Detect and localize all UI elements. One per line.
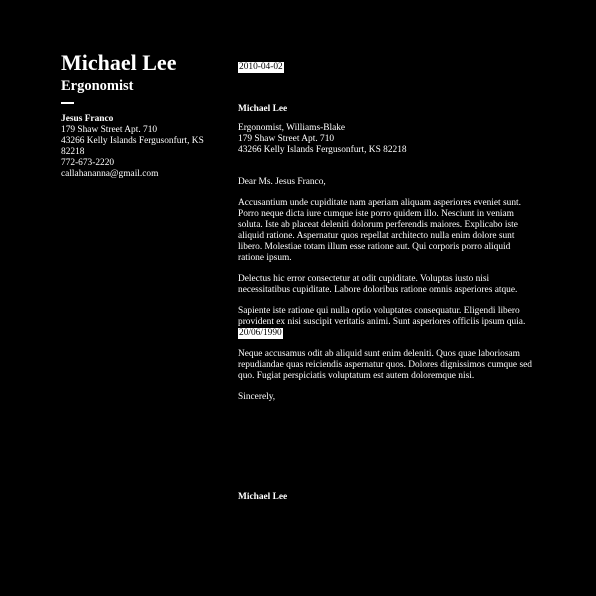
recipient-email: callahananna@gmail.com xyxy=(61,169,159,179)
header-block: Michael Lee Ergonomist Jesus Franco 179 … xyxy=(61,49,221,180)
paragraph-4: Neque accusamus odit ab aliquid sunt eni… xyxy=(238,349,532,381)
signature: Michael Lee xyxy=(238,492,288,502)
recipient-phone: 772-673-2220 xyxy=(61,158,115,168)
sender-address-line2: 43266 Kelly Islands Fergusonfurt, KS 822… xyxy=(238,145,407,155)
letter-body: 2010-04-02 Michael Lee Ergonomist, Willi… xyxy=(238,62,538,403)
letter-date: 2010-04-02 xyxy=(238,62,284,73)
paragraph-3-text: Sapiente iste ratione qui nulla optio vo… xyxy=(238,306,526,327)
sender-job-title: Ergonomist xyxy=(61,78,134,94)
paragraph-3: Sapiente iste ratione qui nulla optio vo… xyxy=(238,306,534,339)
paragraph-1: Accusantium unde cupiditate nam aperiam … xyxy=(238,198,521,263)
recipient-address-line1: 179 Shaw Street Apt. 710 xyxy=(61,125,158,135)
sender-address-line1: 179 Shaw Street Apt. 710 xyxy=(238,134,335,144)
sender-name-heading: Michael Lee xyxy=(61,50,177,75)
paragraph-3-date: 20/06/1990 xyxy=(238,328,283,339)
recipient-address-line2: 43266 Kelly Islands Fergusonfurt, KS 822… xyxy=(61,136,204,157)
recipient-name: Jesus Franco xyxy=(61,114,114,124)
sender-title-company: Ergonomist, Williams-Blake xyxy=(238,123,346,133)
title-divider xyxy=(61,102,74,104)
recipient-block: Jesus Franco 179 Shaw Street Apt. 710 43… xyxy=(61,114,221,180)
salutation: Dear Ms. Jesus Franco, xyxy=(238,177,326,187)
closing: Sincerely, xyxy=(238,392,276,402)
sender-block: Ergonomist, Williams-Blake 179 Shaw Stre… xyxy=(238,123,538,156)
sender-name: Michael Lee xyxy=(238,104,288,114)
paragraph-2: Delectus hic error consectetur at odit c… xyxy=(238,274,518,295)
